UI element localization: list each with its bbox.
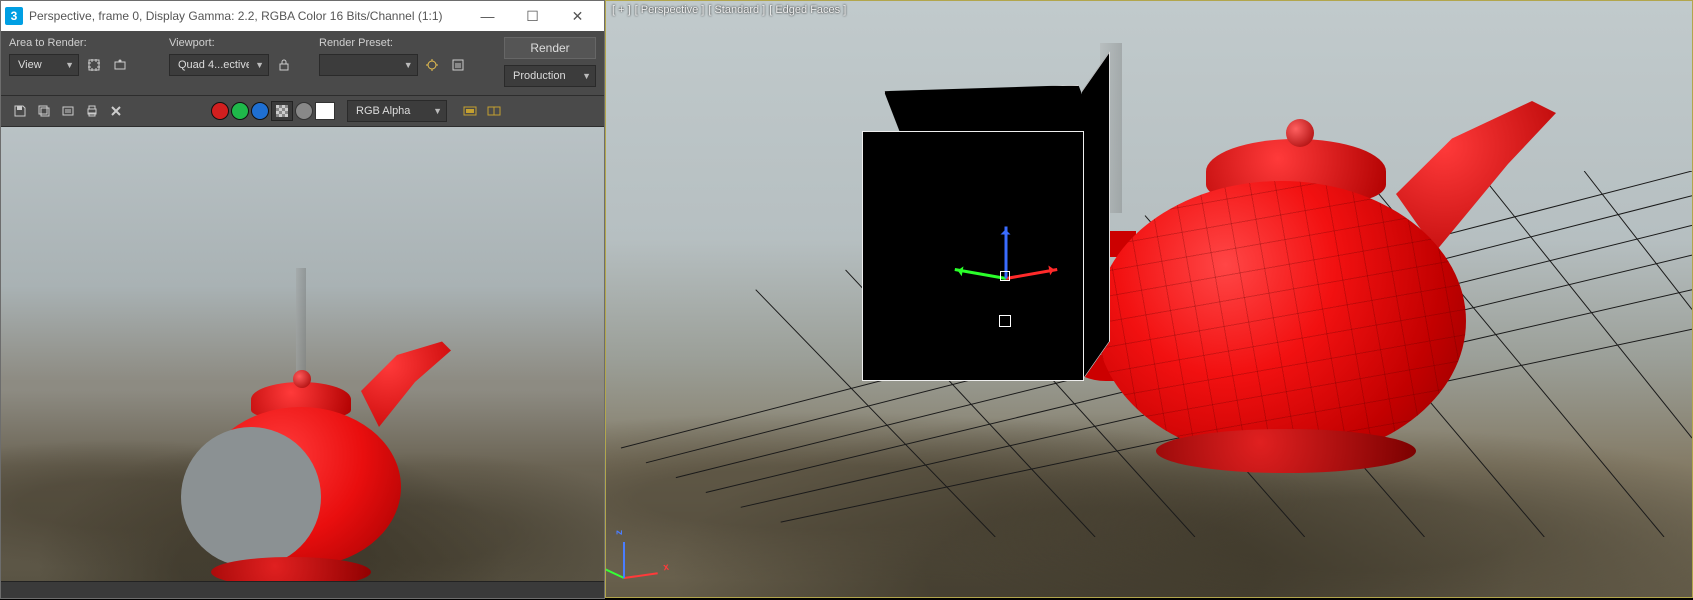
world-axis-tripod [614, 534, 669, 589]
viewport-label: Viewport: [169, 37, 309, 49]
render-mode-dropdown[interactable]: Production ▼ [504, 65, 596, 87]
world-z-axis-icon [623, 542, 625, 578]
green-channel-button[interactable] [231, 102, 249, 120]
copy-image-icon[interactable] [33, 100, 55, 122]
blue-channel-button[interactable] [251, 102, 269, 120]
render-preset-label: Render Preset: [319, 37, 469, 49]
channel-display-value: RGB Alpha [356, 105, 427, 117]
chevron-down-icon: ▼ [582, 71, 591, 81]
area-to-render-label: Area to Render: [9, 37, 159, 49]
minimize-button[interactable]: — [465, 1, 510, 31]
render-mode-value: Production [513, 70, 576, 82]
perspective-viewport[interactable]: [ + ] [ Perspective ] [ Standard ] [ Edg… [605, 0, 1693, 598]
render-toolbar-row2: RGB Alpha ▼ [1, 96, 604, 127]
viewport-general-menu[interactable]: [ + ] [612, 4, 631, 16]
viewport-shading-menu[interactable]: [ Standard ] [708, 4, 765, 16]
render-button[interactable]: Render [504, 37, 596, 59]
save-image-icon[interactable] [9, 100, 31, 122]
toggle-ui-overlay-icon[interactable] [459, 100, 481, 122]
render-frame-window: 3 Perspective, frame 0, Display Gamma: 2… [0, 0, 605, 599]
window-title: Perspective, frame 0, Display Gamma: 2.2… [29, 9, 465, 23]
viewport-label-menu[interactable]: [ + ] [ Perspective ] [ Standard ] [ Edg… [612, 4, 846, 16]
world-x-axis-icon [624, 572, 658, 579]
viewport-view-menu[interactable]: [ Perspective ] [635, 4, 705, 16]
area-to-render-value: View [18, 59, 59, 71]
clear-image-icon[interactable] [105, 100, 127, 122]
viewport-edged-menu[interactable]: [ Edged Faces ] [769, 4, 846, 16]
auto-region-icon[interactable] [109, 54, 131, 76]
monochrome-button[interactable] [295, 102, 313, 120]
red-channel-button[interactable] [211, 102, 229, 120]
rendered-teapot [131, 337, 441, 577]
lock-viewport-icon[interactable] [273, 54, 295, 76]
channel-display-dropdown[interactable]: RGB Alpha ▼ [347, 100, 447, 122]
print-icon[interactable] [81, 100, 103, 122]
compare-render-icon[interactable] [483, 100, 505, 122]
viewport-selected-box-object[interactable] [862, 85, 1110, 385]
app-icon: 3 [5, 7, 23, 25]
background-color-swatch[interactable] [315, 102, 335, 120]
chevron-down-icon: ▼ [404, 60, 413, 70]
chevron-down-icon: ▼ [255, 60, 264, 70]
window-titlebar[interactable]: 3 Perspective, frame 0, Display Gamma: 2… [1, 1, 604, 31]
edit-region-icon[interactable] [83, 54, 105, 76]
chevron-down-icon: ▼ [65, 60, 74, 70]
alpha-channel-button[interactable] [271, 101, 293, 121]
viewport-value: Quad 4...ective [178, 59, 249, 71]
area-to-render-dropdown[interactable]: View ▼ [9, 54, 79, 76]
clone-frame-icon[interactable] [57, 100, 79, 122]
environment-dialog-icon[interactable] [447, 54, 469, 76]
render-preset-dropdown[interactable]: ▼ [319, 54, 418, 76]
close-button[interactable]: ✕ [555, 1, 600, 31]
chevron-down-icon: ▼ [433, 106, 442, 116]
render-setup-icon[interactable] [422, 54, 444, 76]
rendered-image-canvas[interactable] [1, 127, 604, 581]
render-toolbar-row1: Area to Render: View ▼ Viewport: Quad 4.… [1, 31, 604, 96]
viewport-dropdown[interactable]: Quad 4...ective ▼ [169, 54, 269, 76]
render-status-bar [1, 581, 604, 598]
maximize-button[interactable]: ☐ [510, 1, 555, 31]
